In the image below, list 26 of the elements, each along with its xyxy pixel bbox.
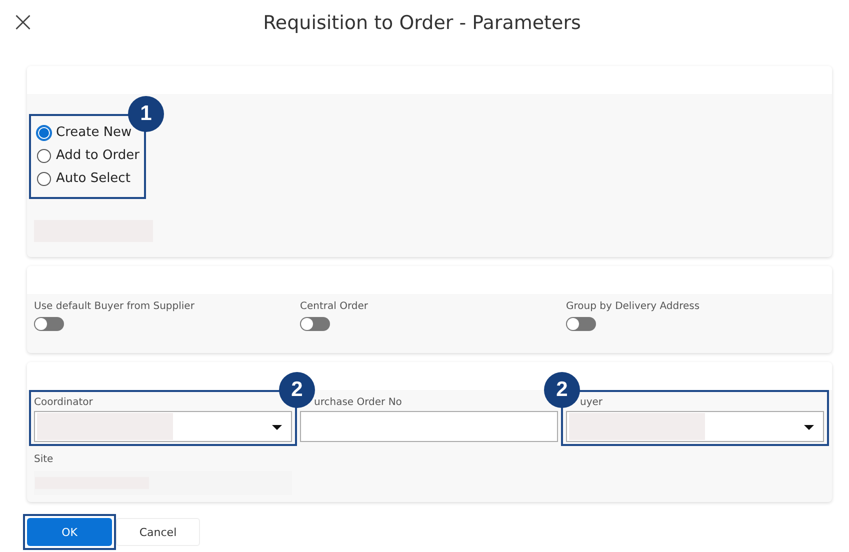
dialog-title: Requisition to Order - Parameters — [263, 12, 581, 34]
toggle-switch[interactable] — [34, 317, 64, 331]
dropdown-field[interactable] — [34, 411, 292, 442]
cancel-button[interactable]: Cancel — [116, 518, 200, 546]
callout-badge: 2 — [279, 372, 315, 408]
radio-button[interactable] — [37, 172, 51, 186]
close-button[interactable]: × — [11, 8, 35, 36]
radio-button[interactable] — [37, 148, 51, 162]
toggle-label: Use default Buyer from Supplier — [34, 300, 196, 314]
field-label: uyer — [579, 396, 604, 410]
field-label: urchase Order No — [313, 396, 403, 410]
toggle-label: Group by Delivery Address — [566, 300, 701, 314]
dropdown-field[interactable] — [566, 411, 824, 442]
radio-label: Auto Select — [56, 171, 130, 186]
radio-button[interactable] — [37, 126, 51, 140]
caret-icon — [272, 425, 282, 430]
field-label: Site — [34, 453, 54, 467]
toggle-switch[interactable] — [566, 317, 596, 331]
callout-badge: 2 — [544, 372, 580, 408]
toggle-label: Central Order — [300, 300, 370, 314]
ok-button[interactable]: OK — [27, 518, 112, 546]
field-label: Coordinator — [34, 396, 94, 410]
radio-label: Add to Order — [56, 148, 140, 163]
caret-icon — [804, 425, 814, 430]
toggle-switch[interactable] — [300, 317, 330, 331]
input-field[interactable] — [300, 411, 558, 442]
